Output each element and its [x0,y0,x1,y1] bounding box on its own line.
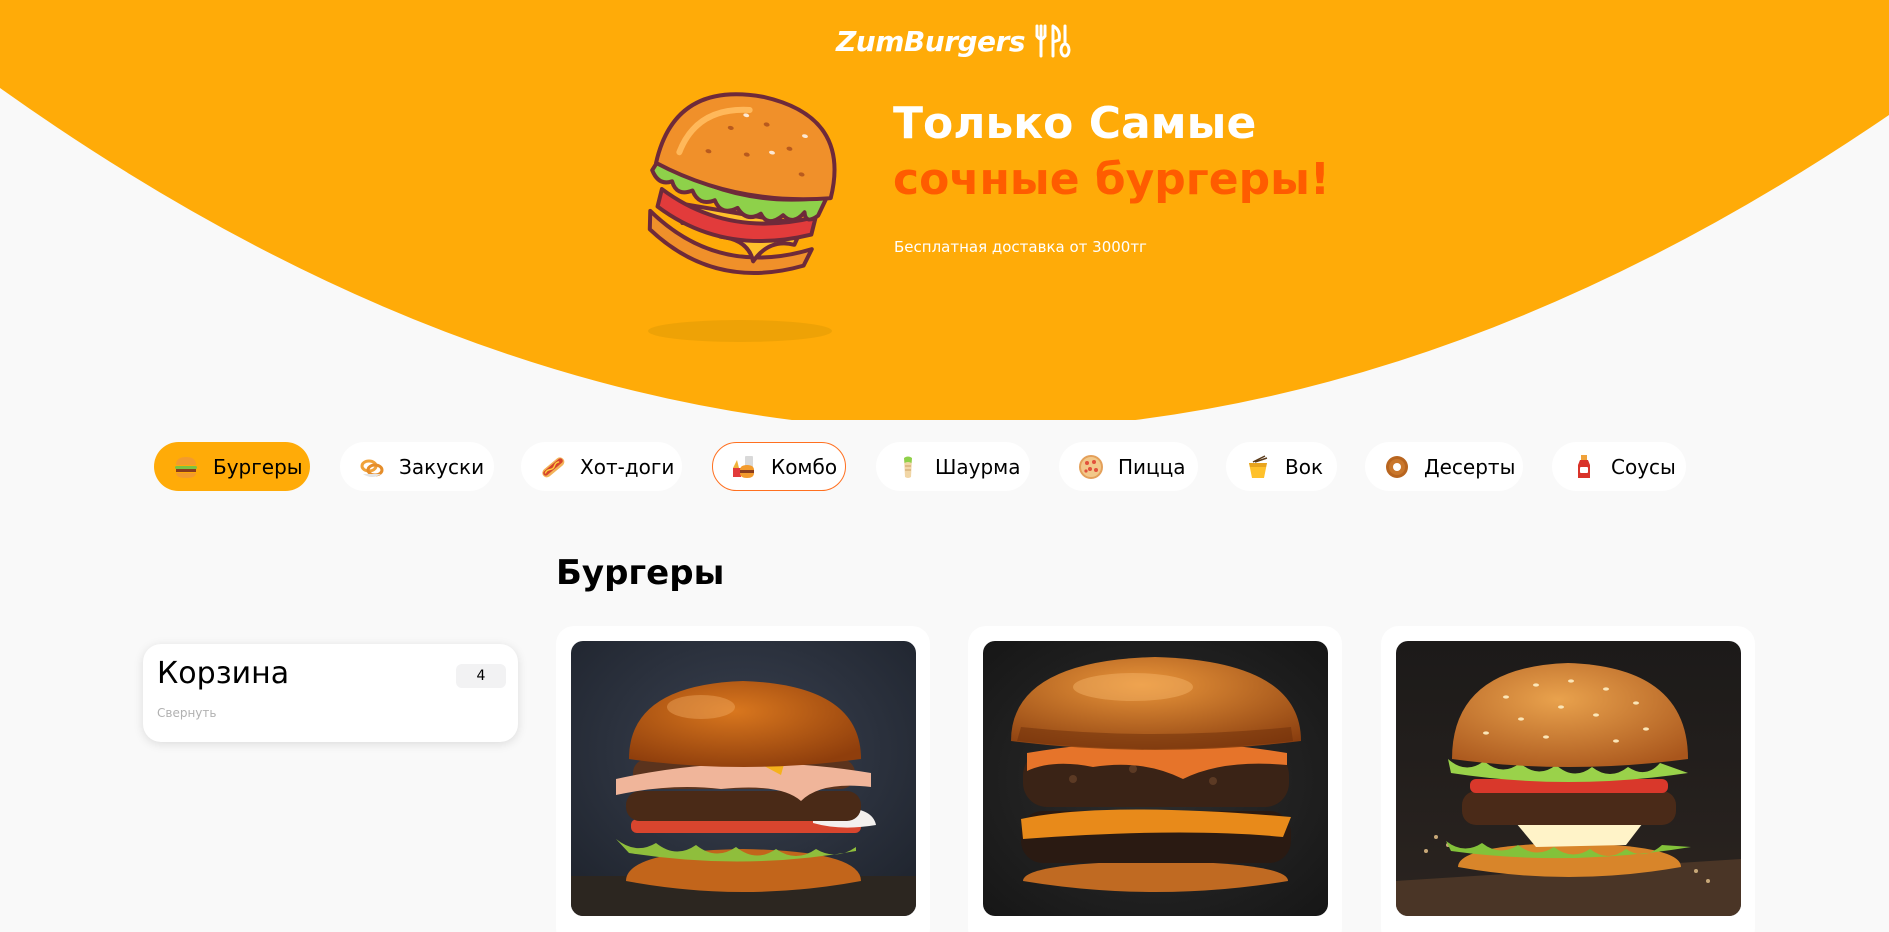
product-card[interactable] [968,626,1342,932]
combo-icon [733,455,754,478]
category-snacks[interactable]: Закуски [340,442,494,491]
basket-panel: Корзина 4 Свернуть [143,644,518,742]
hero-title-line2: сочные бургеры! [893,154,1330,205]
category-desserts[interactable]: Десерты [1365,442,1523,491]
category-label: Комбо [771,454,838,479]
category-wok[interactable]: Вок [1226,442,1337,491]
category-label: Хот-доги [580,454,675,479]
hero-background [0,0,1889,420]
classic-burger-photo[interactable] [1396,641,1741,916]
fork-knife-icon [1035,24,1071,58]
brand-logo[interactable]: ZumBurgers [836,22,1071,60]
basket-title: Корзина [157,656,290,691]
category-hot-dogs[interactable]: Хот-доги [521,442,682,491]
category-label: Шаурма [935,454,1021,479]
hero-burger-illustration [647,92,837,275]
category-label: Вок [1285,454,1324,479]
hero-subtitle: Бесплатная доставка от 3000тг [894,238,1147,256]
basket-count-badge: 4 [456,664,506,688]
category-label: Пицца [1118,454,1186,479]
category-shawarma[interactable]: Шаурма [876,442,1030,491]
wok-icon [1249,454,1268,478]
category-label: Закуски [399,454,485,479]
category-label: Соусы [1611,454,1676,479]
category-sauces[interactable]: Соусы [1552,442,1686,491]
burger-icon [175,456,197,478]
hero-title-line1: Только Самые [893,98,1257,149]
pizza-icon [1079,454,1103,479]
section-title: Бургеры [556,553,725,593]
donut-icon [1386,455,1408,478]
brand-name: ZumBurgers [836,24,1026,58]
category-burgers[interactable]: Бургеры [154,442,310,491]
basket-collapse-button[interactable]: Свернуть [157,706,216,720]
onion-rings-icon [360,459,384,477]
category-combo[interactable]: Комбо [712,442,846,491]
product-card[interactable] [1381,626,1755,932]
hot-dog-icon [542,456,565,477]
double-burger-photo[interactable] [571,641,916,916]
hero-burger-shadow [648,320,832,342]
category-label: Бургеры [213,454,303,479]
hero-title: Только Самые сочные бургеры! [893,96,1330,208]
category-pizza[interactable]: Пицца [1059,442,1198,491]
category-label: Десерты [1424,454,1516,479]
product-card[interactable] [556,626,930,932]
sauce-icon [1578,454,1590,478]
cheese-burger-photo[interactable] [983,641,1328,916]
shawarma-icon [904,456,912,478]
